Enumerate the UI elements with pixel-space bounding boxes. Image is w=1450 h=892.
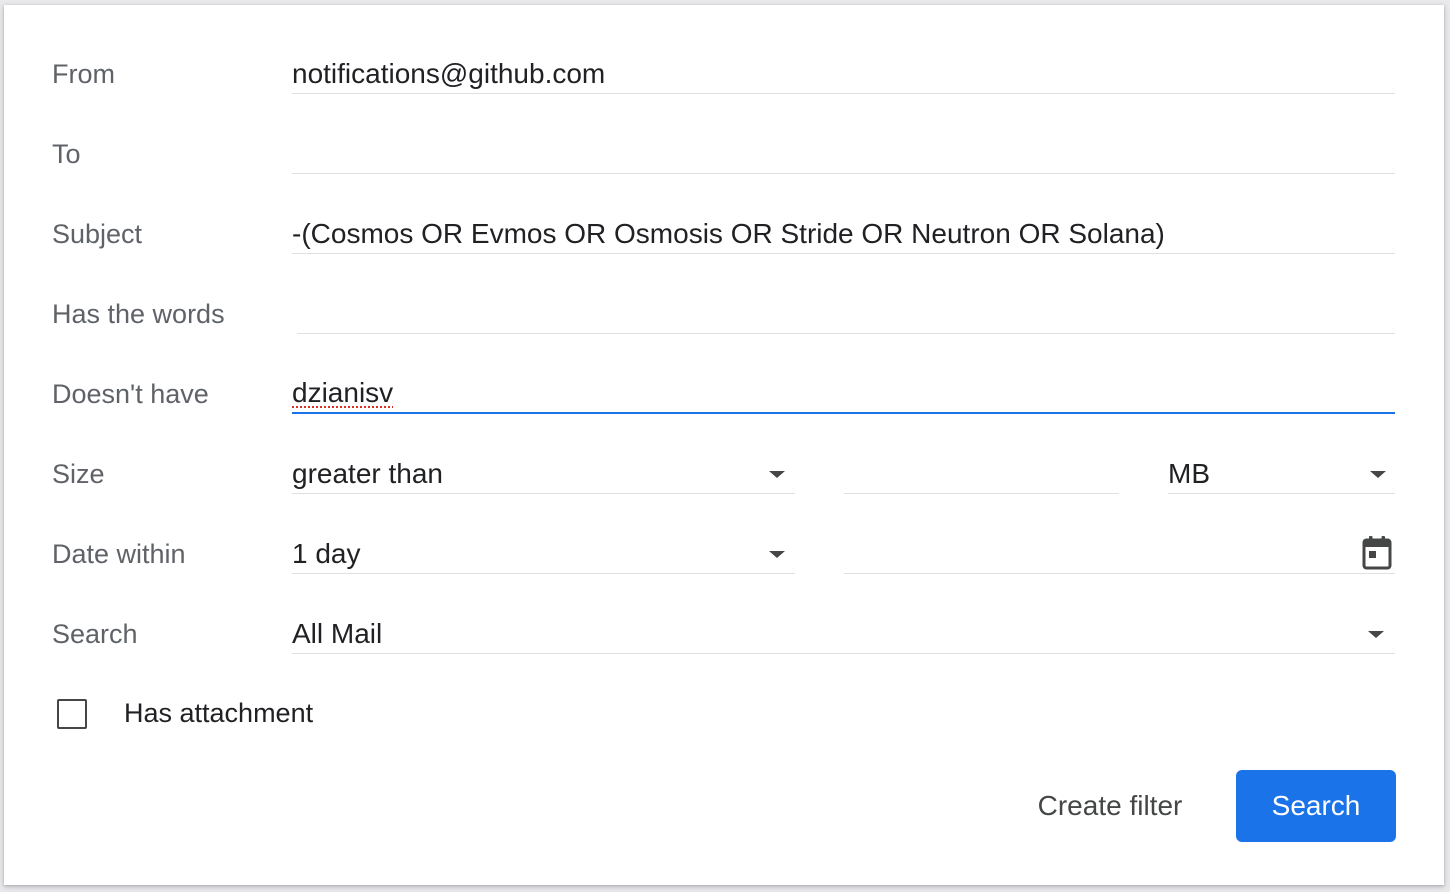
caret-down-icon	[1370, 471, 1386, 478]
search-scope-value: All Mail	[292, 618, 383, 649]
has-attachment-checkbox[interactable]	[57, 699, 87, 729]
advanced-search-panel: From notifications@github.com To Subject…	[4, 5, 1444, 885]
caret-down-icon	[769, 551, 785, 558]
search-scope-select[interactable]: All Mail	[292, 615, 1395, 654]
size-amount-input[interactable]	[844, 455, 1119, 494]
calendar-icon[interactable]	[1361, 535, 1393, 571]
has-words-label: Has the words	[52, 299, 225, 329]
to-label: To	[52, 139, 81, 169]
from-label: From	[52, 59, 115, 89]
to-field[interactable]	[292, 135, 1395, 174]
caret-down-icon	[769, 471, 785, 478]
create-filter-button[interactable]: Create filter	[1011, 770, 1209, 842]
size-unit-value: MB	[1168, 458, 1210, 489]
date-range-select[interactable]: 1 day	[292, 535, 795, 574]
size-unit-select[interactable]: MB	[1168, 455, 1395, 494]
from-field[interactable]: notifications@github.com	[292, 55, 1395, 94]
caret-down-icon	[1368, 631, 1384, 638]
doesnt-have-field[interactable]: dzianisv	[292, 374, 1395, 414]
size-operator-select[interactable]: greater than	[292, 455, 795, 494]
size-label: Size	[52, 459, 105, 489]
has-words-field[interactable]	[297, 295, 1395, 334]
subject-field[interactable]: -(Cosmos OR Evmos OR Osmosis OR Stride O…	[292, 215, 1395, 254]
date-within-label: Date within	[52, 539, 186, 569]
doesnt-have-label: Doesn't have	[52, 379, 209, 409]
search-scope-label: Search	[52, 619, 138, 649]
subject-label: Subject	[52, 219, 143, 249]
subject-value: -(Cosmos OR Evmos OR Osmosis OR Stride O…	[292, 218, 1165, 249]
search-button[interactable]: Search	[1236, 770, 1396, 842]
size-operator-value: greater than	[292, 458, 443, 489]
date-range-value: 1 day	[292, 538, 361, 569]
from-value: notifications@github.com	[292, 58, 606, 89]
has-attachment-label[interactable]: Has attachment	[124, 695, 313, 731]
doesnt-have-value: dzianisv	[292, 377, 394, 408]
date-input[interactable]	[844, 535, 1395, 574]
